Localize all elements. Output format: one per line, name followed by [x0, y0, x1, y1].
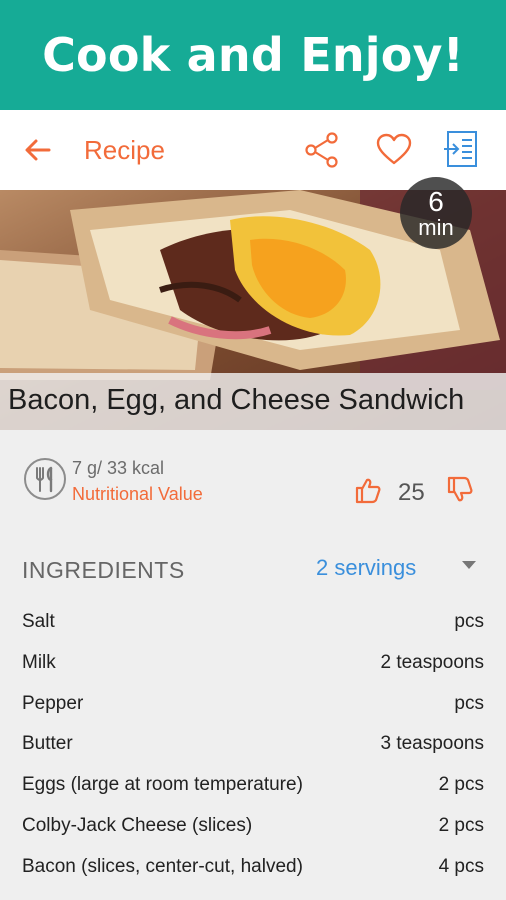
nutritional-value-link[interactable]: Nutritional Value [72, 484, 203, 505]
ingredient-qty: 4 pcs [438, 855, 484, 877]
list-item: Colby-Jack Cheese (slices) 2 pcs [22, 810, 484, 851]
share-icon [305, 132, 338, 168]
ingredient-qty: pcs [454, 692, 484, 714]
ingredients-header: INGREDIENTS 2 servings [22, 555, 484, 585]
add-to-list-button[interactable] [442, 130, 478, 167]
thumbs-up-button[interactable] [354, 476, 382, 504]
cook-time-value: 6 [428, 186, 444, 217]
banner-title: Cook and Enjoy! [42, 28, 464, 82]
list-item: Salt pcs [22, 606, 484, 647]
share-button[interactable] [304, 132, 340, 168]
thumbs-up-icon [355, 478, 381, 504]
cook-time-unit: min [418, 215, 454, 240]
list-item: Milk 2 teaspoons [22, 647, 484, 688]
ingredients-label: INGREDIENTS [22, 557, 185, 583]
list-item: Pepper pcs [22, 688, 484, 729]
thumbs-down-button[interactable] [446, 476, 474, 504]
servings-selector[interactable]: 2 servings [316, 555, 416, 581]
list-item: Butter 3 teaspoons [22, 728, 484, 769]
list-export-icon [444, 131, 477, 167]
ingredient-qty: 2 teaspoons [380, 651, 484, 673]
vote-count: 25 [398, 479, 425, 506]
back-arrow-icon [25, 139, 51, 161]
ingredient-qty: 2 pcs [438, 814, 484, 836]
list-item: Bacon (slices, center-cut, halved) 4 pcs [22, 851, 484, 892]
recipe-title-bar: Bacon, Egg, and Cheese Sandwich [0, 373, 506, 430]
thumbs-down-icon [447, 476, 473, 502]
list-item: Eggs (large at room temperature) 2 pcs [22, 769, 484, 810]
ingredient-qty: pcs [454, 611, 484, 632]
ingredient-qty: 3 teaspoons [380, 733, 484, 755]
ingredient-name: Colby-Jack Cheese (slices) [22, 814, 253, 836]
ingredient-name: Salt [22, 611, 55, 632]
nutrition-row: 7 g/ 33 kcal Nutritional Value 25 [22, 456, 484, 512]
ingredient-name: Butter [22, 733, 73, 755]
promo-banner: Cook and Enjoy! [0, 0, 506, 110]
macro-summary: 7 g/ 33 kcal [72, 458, 165, 478]
cook-time-badge: 6 min [400, 177, 472, 249]
screen-title: Recipe [84, 135, 165, 165]
ingredient-name: Eggs (large at room temperature) [22, 774, 303, 796]
ingredient-name: Bacon (slices, center-cut, halved) [22, 855, 303, 877]
cutlery-icon [24, 458, 66, 500]
back-button[interactable] [22, 134, 54, 166]
chevron-down-icon[interactable] [462, 561, 476, 569]
ingredients-list: Salt pcs Milk 2 teaspoons Pepper pcs But… [22, 606, 484, 892]
ingredient-qty: 2 pcs [438, 774, 484, 796]
heart-icon [376, 133, 412, 165]
ingredient-name: Pepper [22, 692, 84, 714]
ingredient-name: Milk [22, 651, 56, 673]
recipe-title: Bacon, Egg, and Cheese Sandwich [8, 384, 465, 416]
favorite-button[interactable] [376, 132, 412, 168]
